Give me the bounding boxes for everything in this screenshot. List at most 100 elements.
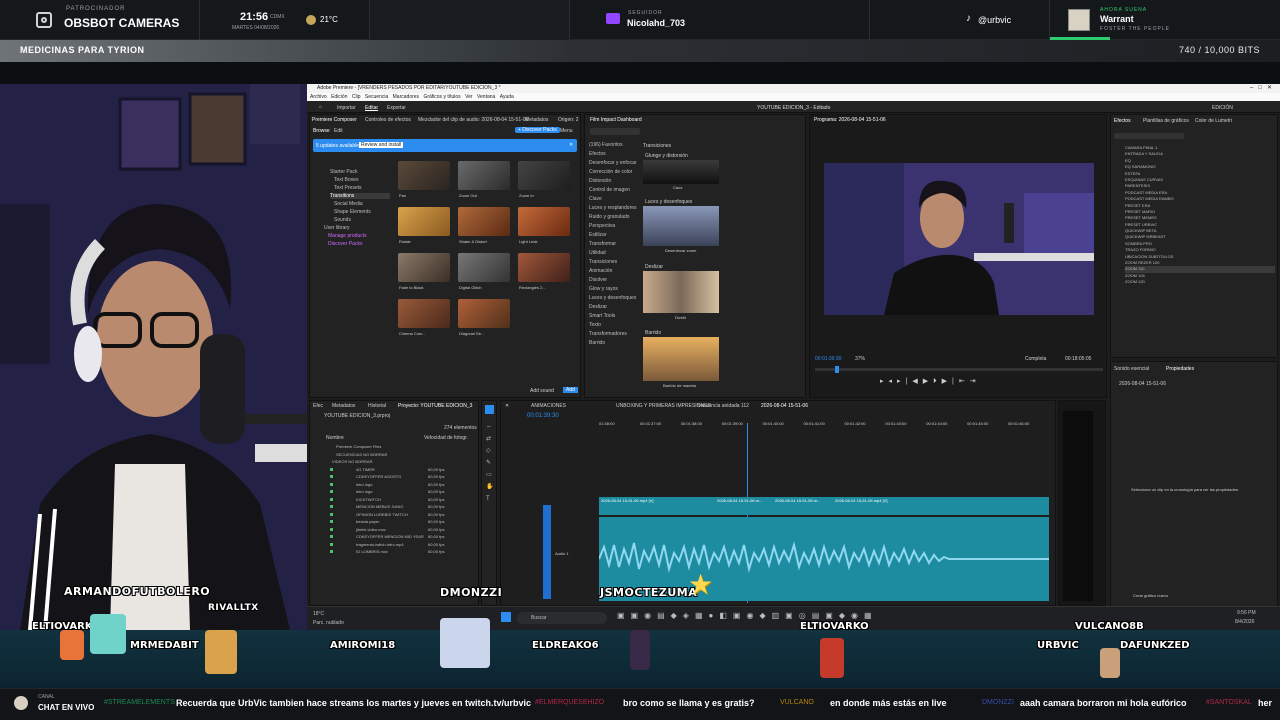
home-icon[interactable]: ⌂: [319, 104, 322, 110]
project-file-row[interactable]: fragmento-twitch-intro.mp4 60,00 fps: [316, 541, 476, 549]
search-input[interactable]: [590, 128, 640, 135]
tab-historial[interactable]: Historial: [368, 403, 386, 409]
tab-metadata[interactable]: Metadatos: [525, 117, 548, 123]
transition-preview[interactable]: [643, 206, 719, 246]
tab-efec[interactable]: Efec: [313, 403, 323, 409]
tab-editar[interactable]: Editar: [365, 105, 378, 111]
menu-item[interactable]: Ventana: [477, 94, 495, 100]
tab-anim[interactable]: ✕: [505, 403, 509, 409]
category-item[interactable]: Transformar: [589, 241, 639, 247]
thumb-zoom-out[interactable]: [458, 161, 510, 190]
project-file-row[interactable]: CDKEYOFFER AGOSTO 60,00 fps: [316, 473, 476, 481]
tab-plantillas[interactable]: Plantillas de gráficos: [1143, 118, 1189, 124]
zoom-select[interactable]: 37%: [855, 356, 865, 362]
project-file-row[interactable]: IG LOMBRIS.mov 60,00 fps: [316, 548, 476, 556]
add-sound-checkbox[interactable]: Add sound: [530, 388, 554, 394]
tab-sonido-esencial[interactable]: Sonido esencial: [1114, 366, 1149, 372]
tool-icons[interactable]: ⇔ ⇄ ◇ ✎ ▭ ✋ T: [486, 421, 493, 505]
category-item[interactable]: Deslizar: [589, 304, 639, 310]
taskbar-search[interactable]: Buscar: [517, 612, 607, 624]
add-button[interactable]: Add: [563, 387, 578, 393]
taskbar-time[interactable]: 9:56 PM: [1237, 610, 1256, 616]
category-item[interactable]: Control de imagen: [589, 187, 639, 193]
category-item[interactable]: Clave: [589, 196, 639, 202]
tab-proyecto[interactable]: Proyecto: YOUTUBE EDICION_3: [398, 403, 472, 409]
menu-item[interactable]: Secuencia: [365, 94, 388, 100]
thumb-fade-black[interactable]: [398, 253, 450, 282]
quality-select[interactable]: Completa: [1025, 356, 1046, 362]
category-item[interactable]: Texto: [589, 322, 639, 328]
col-name[interactable]: Nombre: [326, 435, 344, 441]
project-file-row[interactable]: jibelel-video.mov 60,00 fps: [316, 526, 476, 534]
category-item[interactable]: Ruido y granulado: [589, 214, 639, 220]
clip-label[interactable]: 2026-08-04 15-51-06.m...: [717, 498, 762, 503]
clip-label[interactable]: 2026-08-04 15-51-06.mp4 [V]: [835, 498, 887, 503]
program-scrubber[interactable]: [815, 366, 1103, 373]
category-item[interactable]: Estilizar: [589, 232, 639, 238]
menu-item[interactable]: Clip: [352, 94, 361, 100]
category-item[interactable]: Animación: [589, 268, 639, 274]
taskbar-weather[interactable]: 18°C: [313, 611, 324, 617]
tree-item[interactable]: Starter Pack: [330, 169, 390, 175]
category-item[interactable]: Transiciones: [589, 259, 639, 265]
tree-item[interactable]: Text Boxes: [334, 177, 390, 183]
tab-edit[interactable]: Edit: [334, 128, 343, 134]
program-timecode[interactable]: 00:01:39:30: [815, 356, 841, 362]
tab-browse[interactable]: Browse: [313, 128, 330, 134]
selection-tool-icon[interactable]: [485, 405, 494, 414]
category-item[interactable]: Desenfocar y enfocar: [589, 160, 639, 166]
menu-item[interactable]: Marcadores: [393, 94, 419, 100]
tab-premiere-composer[interactable]: Premiere Composer: [312, 117, 357, 123]
tab-sequence[interactable]: Secuencia anidada 112: [697, 403, 749, 409]
thumb-rectangles[interactable]: [518, 253, 570, 282]
project-file-row[interactable]: MENCION MEBUS JUNIO 60,00 fps: [316, 503, 476, 511]
menu-button[interactable]: Menu: [560, 128, 573, 134]
category-item[interactable]: Barrido: [589, 340, 639, 346]
transition-preview[interactable]: [643, 271, 719, 313]
category-item[interactable]: Glow y rayos: [589, 286, 639, 292]
effect-preset-item[interactable]: ZOOM 120: [1125, 279, 1275, 285]
project-file-row[interactable]: bedula paper 60,00 fps: [316, 518, 476, 526]
timeline-ruler[interactable]: 01:38:00 00:01:37:00 00:01:38:00 00:01:39:0…: [599, 421, 1049, 429]
tree-link[interactable]: Discover Packs: [328, 241, 390, 247]
category-item[interactable]: Perspectiva: [589, 223, 639, 229]
project-folder[interactable]: VIDEOS NO BORRAR: [316, 458, 476, 466]
windows-start-icon[interactable]: [501, 612, 511, 622]
category-item[interactable]: Transformadores: [589, 331, 639, 337]
thumb-zoom-in[interactable]: [518, 161, 570, 190]
project-folder[interactable]: SECUENCIAS NO BORRAR: [316, 451, 476, 459]
tree-item[interactable]: Shape Elements: [334, 209, 390, 215]
menu-item[interactable]: Gráficos y títulos: [423, 94, 460, 100]
effects-search-input[interactable]: [1114, 133, 1184, 139]
thumb-rotate[interactable]: [398, 207, 450, 236]
tree-link[interactable]: Manage products: [328, 233, 390, 239]
project-file-row[interactable]: OPINION LUREBIS TWITCH 60,00 fps: [316, 511, 476, 519]
tab-propiedades[interactable]: Propiedades: [1166, 366, 1194, 372]
project-file-row[interactable]: intro logo 60,00 fps: [316, 481, 476, 489]
transition-preview[interactable]: [643, 337, 719, 381]
category-item[interactable]: Efectos: [589, 151, 639, 157]
menu-item[interactable]: Ayuda: [500, 94, 514, 100]
timeline-timecode[interactable]: 00:01:39:30: [527, 413, 559, 419]
thumb-pan[interactable]: [398, 161, 450, 190]
category-item[interactable]: Corrección de color: [589, 169, 639, 175]
discover-packs-button[interactable]: + Discover Packs: [515, 127, 560, 133]
category-item[interactable]: Disolver: [589, 277, 639, 283]
tab-exportar[interactable]: Exportar: [387, 105, 406, 111]
tab-importar[interactable]: Importar: [337, 105, 356, 111]
category-item[interactable]: Luces y desenfoques: [589, 295, 639, 301]
category-item[interactable]: (196) Favoritos: [589, 142, 639, 148]
tab-sequence[interactable]: ANIMACIONES: [531, 403, 566, 409]
thumb-cinema[interactable]: [398, 299, 450, 328]
project-file-row[interactable]: intro logo 60,00 fps: [316, 488, 476, 496]
tab-efectos[interactable]: Efectos: [1114, 118, 1131, 124]
tab-sequence-active[interactable]: 2026-08-04 15-51-06: [761, 403, 808, 409]
project-folder[interactable]: Premiere Composer Files: [316, 443, 476, 451]
clip-label[interactable]: 2026-08-04 15-51-06.mp4 [V]: [601, 498, 653, 503]
menu-item[interactable]: Archivo: [310, 94, 327, 100]
tree-item[interactable]: Sounds: [334, 217, 390, 223]
category-item[interactable]: Utilidad: [589, 250, 639, 256]
transition-preview[interactable]: [643, 160, 719, 184]
project-file-row[interactable]: CDKEYOFFER MENCION MID YEAR 60,00 fps: [316, 533, 476, 541]
clip-label[interactable]: 2026-08-04 15-51-06.m...: [775, 498, 820, 503]
